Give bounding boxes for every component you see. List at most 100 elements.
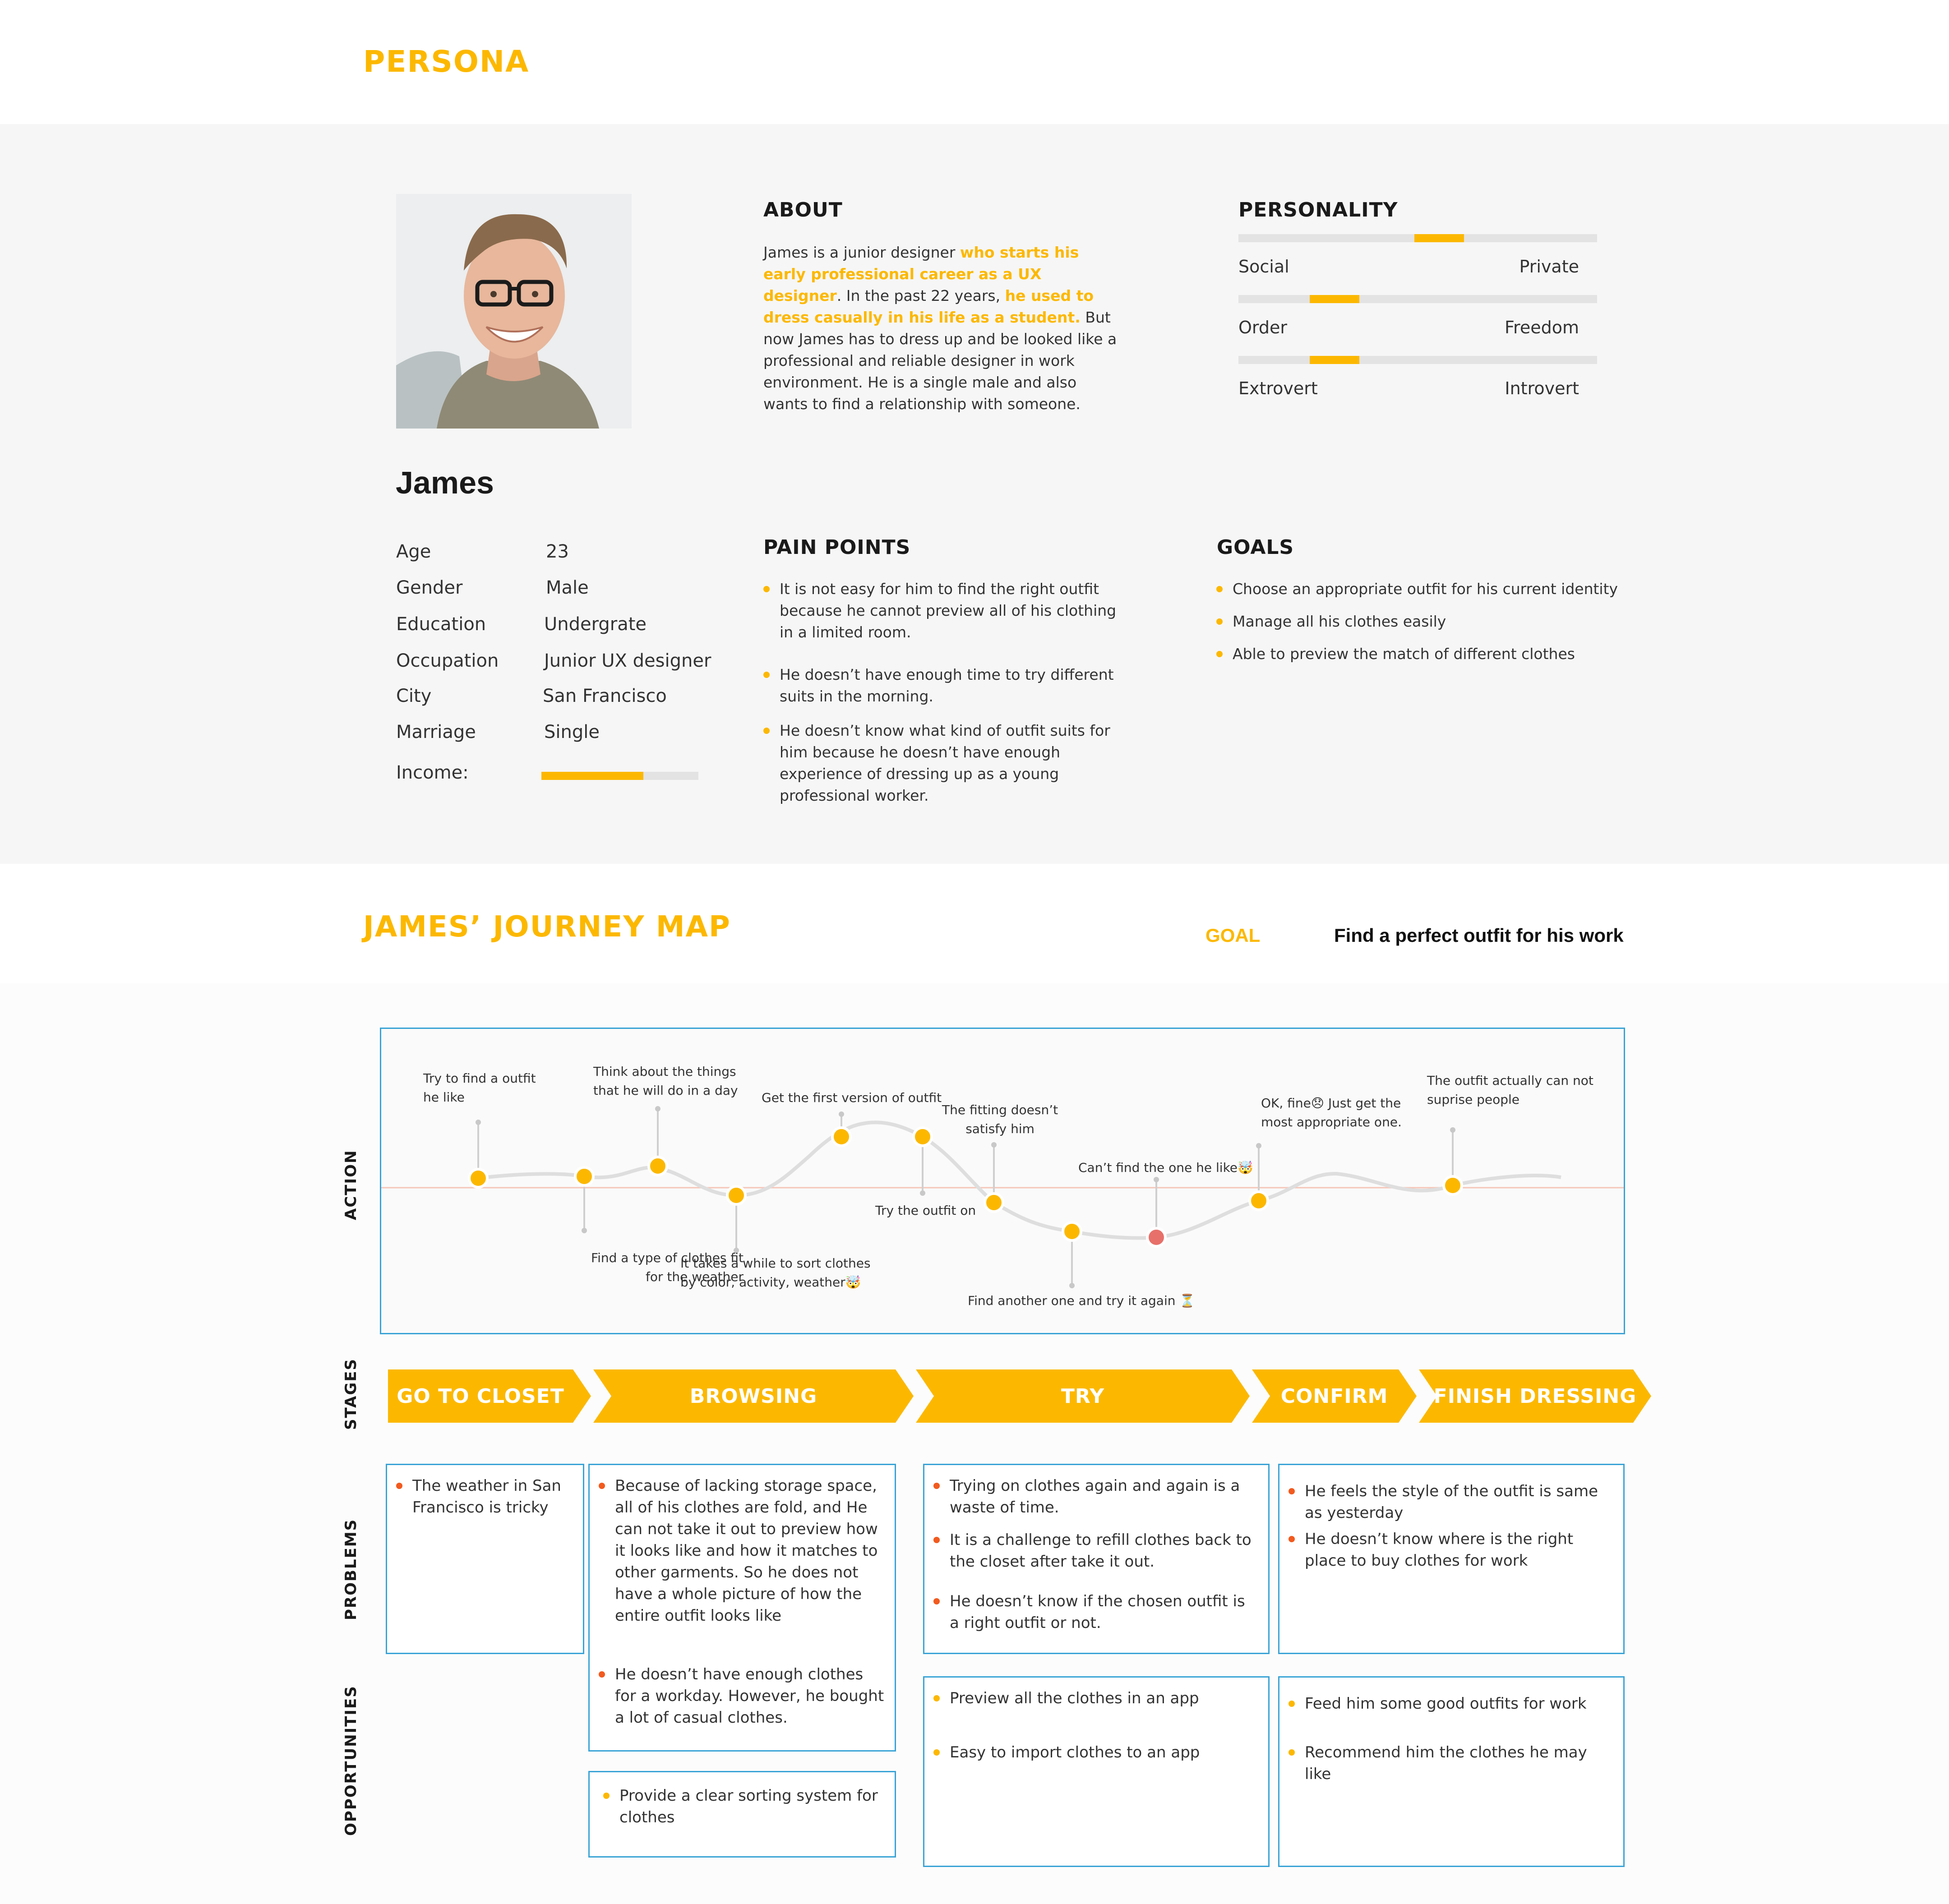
demographic-value: San Francisco (543, 686, 667, 706)
demographic-value: Male (546, 577, 589, 598)
opportunity-list-browsing: Provide a clear sorting system for cloth… (602, 1785, 882, 1828)
journey-point-label-line: Think about the things (593, 1064, 736, 1079)
list-item: Recommend him the clothes he may like (1288, 1742, 1612, 1785)
journey-point-label-line: suprise people (1427, 1092, 1520, 1107)
journey-point-label-line: It takes a while to sort clothes (680, 1256, 871, 1271)
income-bar (541, 772, 698, 780)
list-item: He doesn’t have enough time to try diffe… (762, 664, 1123, 707)
journey-point-label: Find another one and try it again ⏳ (968, 1291, 1195, 1310)
action-row-label: ACTION (342, 1149, 360, 1220)
journey-point-label-line: OK, fine😞 Just get the (1261, 1096, 1401, 1111)
personality-left-label: Extrovert (1238, 378, 1318, 398)
persona-name: James (396, 465, 494, 500)
personality-slider-track (1238, 356, 1597, 364)
list-item: Choose an appropriate outfit for his cur… (1215, 578, 1667, 600)
problem-list-confirm: He feels the style of the outfit is same… (1288, 1480, 1612, 1572)
about-text-1: James is a junior designer (763, 244, 960, 261)
journey-point-label-line: The outfit actually can not (1427, 1073, 1593, 1088)
goal-text: Find a perfect outfit for his work (1334, 925, 1624, 946)
opportunity-list-confirm: Feed him some good outfits for work Recom… (1288, 1693, 1612, 1785)
personality-left-label: Order (1238, 318, 1287, 337)
journey-point-label-line: he like (423, 1090, 465, 1105)
list-item: Trying on clothes again and again is a w… (933, 1475, 1257, 1518)
demographic-value: Undergrate (544, 614, 647, 635)
journey-point-label: The outfit actually can not suprise peopl… (1427, 1071, 1593, 1109)
demographic-label: Occupation (396, 650, 499, 671)
persona-section-title: PERSONA (363, 44, 530, 79)
journey-point-label: The fitting doesn’t satisfy him (942, 1101, 1058, 1139)
pain-points-title: PAIN POINTS (763, 536, 911, 559)
journey-point-label: OK, fine😞 Just get the most appropriate o… (1261, 1094, 1402, 1132)
opportunity-box-confirm: Feed him some good outfits for work Recom… (1278, 1676, 1625, 1867)
journey-point-label: Think about the things that he will do in… (593, 1062, 738, 1100)
journey-point-label-line: Can’t find the one he like🤯 (1078, 1160, 1253, 1175)
problem-box-confirm: He feels the style of the outfit is same… (1278, 1464, 1625, 1654)
demographic-value: 23 (546, 541, 569, 562)
avatar-portrait-icon (396, 194, 632, 429)
demographic-label: Education (396, 614, 486, 635)
problem-list-closet: The weather in San Francisco is tricky (395, 1475, 576, 1518)
income-label: Income: (396, 762, 469, 783)
journey-point-label-line: The fitting doesn’t (942, 1102, 1058, 1117)
journey-point-label-line: Try the outfit on (875, 1203, 976, 1218)
journey-point-label-line: by color, activity, weather🤯 (680, 1275, 861, 1290)
personality-slider-fill (1309, 356, 1359, 364)
journey-point-label-line: that he will do in a day (593, 1083, 738, 1098)
income-bar-fill (541, 772, 644, 780)
persona-avatar (396, 194, 632, 429)
list-item: Able to preview the match of different c… (1215, 643, 1667, 665)
goals-title: GOALS (1217, 536, 1294, 559)
journey-point-label: Try the outfit on (875, 1201, 976, 1220)
demographic-label: Age (396, 541, 431, 562)
journey-point-label-line: Get the first version of outfit (762, 1090, 942, 1105)
list-item: He doesn’t know if the chosen outfit is … (933, 1591, 1257, 1634)
problem-box-browsing: Because of lacking storage space, all of… (588, 1464, 896, 1752)
personality-title: PERSONALITY (1238, 198, 1398, 221)
opportunity-box-browsing: Provide a clear sorting system for cloth… (588, 1771, 896, 1858)
personality-slider-fill (1309, 295, 1359, 303)
demographic-value: Single (544, 722, 600, 742)
demographic-label: City (396, 686, 432, 706)
demographic-value: Junior UX designer (544, 650, 711, 671)
list-item: Feed him some good outfits for work (1288, 1693, 1612, 1715)
personality-slider-fill (1414, 234, 1464, 242)
list-item: Provide a clear sorting system for cloth… (602, 1785, 882, 1828)
personality-slider-track (1238, 295, 1597, 303)
personality-right-label: Introvert (1505, 378, 1579, 398)
list-item: He feels the style of the outfit is same… (1288, 1480, 1612, 1524)
problem-box-closet: The weather in San Francisco is tricky (386, 1464, 584, 1654)
list-item: He doesn’t know where is the right place… (1288, 1528, 1612, 1572)
list-item: It is a challenge to refill clothes back… (933, 1529, 1257, 1572)
journey-point-label: It takes a while to sort clothes by color… (680, 1254, 871, 1292)
problem-box-try: Trying on clothes again and again is a w… (923, 1464, 1270, 1654)
personality-slider-track (1238, 234, 1597, 242)
stages-row-label: STAGES (342, 1358, 360, 1430)
journey-point-label-line: most appropriate one. (1261, 1115, 1402, 1129)
journey-point-label-line: satisfy him (965, 1121, 1035, 1136)
personality-left-label: Social (1238, 257, 1289, 277)
journey-point-label-line: Find another one and try it again ⏳ (968, 1293, 1196, 1308)
about-title: ABOUT (763, 198, 843, 221)
demographic-label: Marriage (396, 722, 476, 742)
problem-list-try: Trying on clothes again and again is a w… (933, 1475, 1257, 1634)
problems-row-label: PROBLEMS (342, 1518, 360, 1620)
list-item: He doesn’t know what kind of outfit suit… (762, 720, 1123, 807)
problem-list-browsing: Because of lacking storage space, all of… (598, 1475, 887, 1729)
list-item: Because of lacking storage space, all of… (598, 1475, 887, 1627)
list-item: He doesn’t have enough clothes for a wor… (598, 1664, 887, 1729)
list-item: Manage all his clothes easily (1215, 611, 1667, 632)
list-item: Preview all the clothes in an app (933, 1687, 1257, 1709)
list-item: Easy to import clothes to an app (933, 1742, 1257, 1763)
pain-points-list: It is not easy for him to find the right… (762, 578, 1123, 807)
goals-list: Choose an appropriate outfit for his cur… (1215, 578, 1667, 665)
list-item: The weather in San Francisco is tricky (395, 1475, 576, 1518)
opportunity-list-try: Preview all the clothes in an app Easy to… (933, 1687, 1257, 1763)
journey-point-label: Get the first version of outfit (762, 1088, 942, 1107)
goal-label: GOAL (1205, 925, 1261, 946)
journey-title: JAMES’ JOURNEY MAP (363, 910, 731, 944)
opportunities-row-label: OPPORTUNITIES (342, 1685, 360, 1836)
journey-point-label: Can’t find the one he like🤯 (1078, 1158, 1253, 1177)
journey-point-label-line: Try to find a outfit (423, 1071, 536, 1086)
demographic-label: Gender (396, 577, 463, 598)
personality-right-label: Private (1519, 257, 1579, 277)
